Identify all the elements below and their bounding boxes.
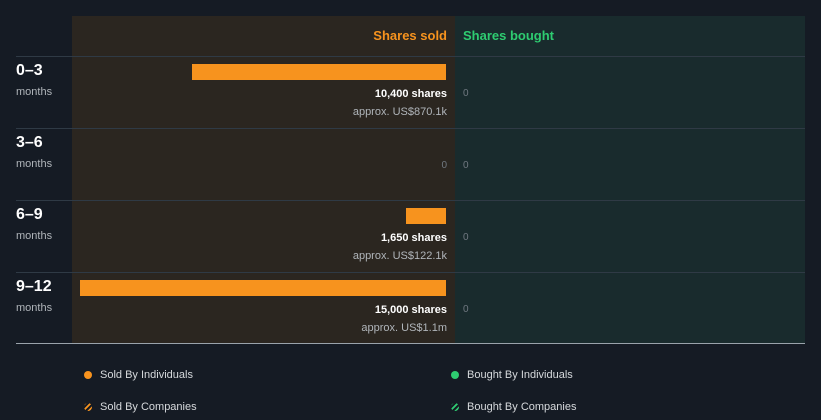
- sold-shares-label: 10,400 shares: [374, 88, 447, 100]
- green-dot-icon: [451, 371, 459, 379]
- bought-zero-label: 0: [463, 88, 469, 99]
- axis-baseline: [16, 343, 805, 344]
- period-label: 9–12: [16, 278, 52, 295]
- shares-bought-panel: [455, 16, 805, 344]
- row-divider: [16, 272, 805, 273]
- legend-label: Sold By Individuals: [100, 369, 193, 381]
- row-divider: [16, 200, 805, 201]
- period-unit-label: months: [16, 86, 53, 98]
- period-label: 0–3: [16, 62, 43, 79]
- legend-label: Bought By Companies: [467, 401, 577, 413]
- shares-sold-header: Shares sold: [373, 28, 447, 43]
- sold-shares-label: 15,000 shares: [374, 304, 447, 316]
- period-unit-label: months: [16, 230, 53, 242]
- orange-hatch-icon: [84, 403, 92, 411]
- sold-shares-label: 1,650 shares: [380, 232, 447, 244]
- bought-zero-label: 0: [463, 232, 469, 243]
- row-divider: [16, 56, 805, 57]
- legend-label: Sold By Companies: [100, 401, 197, 413]
- legend-label: Bought By Individuals: [467, 369, 573, 381]
- sold-value-label: approx. US$122.1k: [352, 250, 447, 262]
- sold-bar: [192, 64, 446, 80]
- sold-value-label: approx. US$870.1k: [352, 106, 447, 118]
- sold-value-label: approx. US$1.1m: [361, 322, 447, 334]
- legend-sold-individuals: Sold By Individuals: [84, 369, 193, 381]
- period-label: 3–6: [16, 134, 43, 151]
- bought-zero-label: 0: [463, 160, 469, 171]
- legend-bought-companies: Bought By Companies: [451, 401, 576, 413]
- sold-bar: [80, 280, 446, 296]
- orange-dot-icon: [84, 371, 92, 379]
- sold-zero-label: 0: [441, 160, 447, 171]
- sold-bar: [406, 208, 446, 224]
- legend-bought-individuals: Bought By Individuals: [451, 369, 573, 381]
- shares-bought-header: Shares bought: [463, 28, 555, 43]
- period-unit-label: months: [16, 302, 53, 314]
- bought-zero-label: 0: [463, 304, 469, 315]
- period-unit-label: months: [16, 158, 53, 170]
- green-hatch-icon: [451, 403, 459, 411]
- period-label: 6–9: [16, 206, 43, 223]
- row-divider: [16, 128, 805, 129]
- legend-sold-companies: Sold By Companies: [84, 401, 197, 413]
